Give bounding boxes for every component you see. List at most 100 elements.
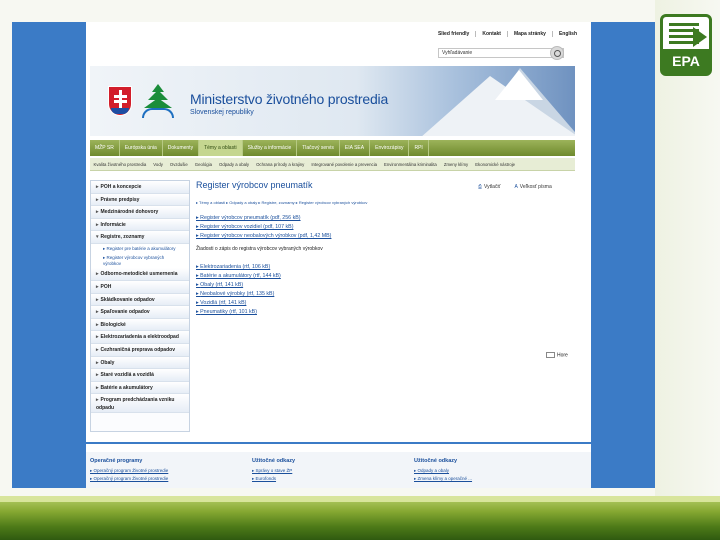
footer-link[interactable]: Odpady a obaly: [414, 467, 574, 475]
caret-right-icon: ▸: [96, 196, 99, 203]
subnav-item[interactable]: Ovzdušie: [166, 158, 191, 170]
sidebar-item[interactable]: ▸ Skládkovanie odpadov: [91, 293, 189, 307]
epa-logo-label: EPA: [663, 49, 709, 73]
nav-item[interactable]: EIA SEA: [340, 140, 371, 156]
font-size-button[interactable]: A Veľkosť písma: [514, 184, 551, 190]
nav-item[interactable]: Európska únia: [120, 140, 163, 156]
sidebar-item[interactable]: ▸ Biologické: [91, 318, 189, 332]
sidebar-item-label: Skládkovanie odpadov: [100, 296, 155, 303]
subnav-item[interactable]: Geológia: [191, 158, 215, 170]
sidebar-item-label: Medzinárodné dohovory: [100, 209, 159, 216]
register-list: Register výrobcov pneumatík (pdf, 256 kB…: [196, 214, 331, 241]
request-link[interactable]: Obaly (rtf, 141 kB): [196, 281, 281, 290]
footer-link[interactable]: Operačný program Životné prostredie: [90, 467, 250, 475]
back-to-top-label: Hore: [557, 352, 568, 359]
sidebar-item-label: Cezhraničná preprava odpadov: [100, 347, 175, 354]
request-link[interactable]: Batérie a akumulátory (rtf, 144 kB): [196, 272, 281, 281]
subnav-item[interactable]: Odpady a obaly: [215, 158, 252, 170]
caret-right-icon: ▸: [96, 321, 99, 328]
sidebar-item[interactable]: ▾ Registre, zoznamy: [91, 231, 189, 244]
request-link[interactable]: Pneumatiky (rtf, 101 kB): [196, 308, 281, 317]
main-content: Register výrobcov pneumatík ⎙ Vytlačiť AV…: [196, 180, 576, 358]
subnav-item[interactable]: Kvalita životného prostredia: [90, 158, 150, 170]
search-input[interactable]: Vyhľadávanie: [438, 48, 564, 58]
footer-link[interactable]: Zmena klímy a operačné ...: [414, 475, 574, 483]
sidebar-subitem[interactable]: ▸ Register výrobcov vybraných výrobkov: [91, 253, 189, 269]
page-tools: ⎙ Vytlačiť A Veľkosť písma: [478, 184, 552, 190]
sub-nav: Kvalita životného prostredia Vody Ovzdušie…: [90, 158, 575, 171]
sidebar-item[interactable]: ▸ POH a koncepcie: [91, 181, 189, 194]
caret-right-icon: ▸: [96, 221, 99, 228]
caret-right-icon: ▸: [96, 296, 99, 303]
footer-heading: Užitočné odkazy: [252, 458, 296, 464]
footer-link[interactable]: Operačný program Životné prostredie: [90, 475, 250, 483]
register-link[interactable]: Register výrobcov neobalových výrobkov (…: [196, 232, 331, 241]
footer-divider: [86, 442, 591, 444]
sidebar-item[interactable]: ▸ Právne predpisy: [91, 193, 189, 207]
register-link[interactable]: Register výrobcov vozidiel (pdf, 107 kB): [196, 223, 331, 232]
sidebar-item-label: Spaľovanie odpadov: [100, 309, 150, 316]
font-size-label: Veľkosť písma: [519, 184, 552, 190]
sidebar-item[interactable]: ▸ Staré vozidlá a vozidlá: [91, 369, 189, 382]
sidebar-item[interactable]: ▸ Spaľovanie odpadov: [91, 306, 189, 319]
nav-item[interactable]: Tlačový servis: [297, 140, 340, 156]
sidebar: ▸ POH a koncepcie ▸ Právne predpisy ▸ Medziná…: [90, 180, 190, 432]
utility-link[interactable]: Kontakt: [475, 31, 507, 37]
sidebar-item[interactable]: ▸ Odborno-metodické usmernenia: [91, 268, 189, 282]
footer-link[interactable]: Eurofonds: [252, 475, 412, 483]
nav-item[interactable]: Dokumenty: [163, 140, 200, 156]
sidebar-subitem[interactable]: ▸ Register pre batérie a akumulátory: [91, 243, 189, 254]
subnav-item[interactable]: Ekonomické nástroje: [472, 158, 519, 170]
subnav-item[interactable]: Vody: [150, 158, 167, 170]
subnav-item[interactable]: Environmentálna kriminalita: [381, 158, 441, 170]
caret-right-icon: ▸: [96, 309, 99, 316]
nav-item[interactable]: Služby a informácie: [243, 140, 298, 156]
request-link[interactable]: Vozidlá (rtf, 141 kB): [196, 299, 281, 308]
print-button[interactable]: ⎙ Vytlačiť: [478, 184, 500, 190]
requests-intro: Žiadosti o zápis do registra výrobcov vy…: [196, 246, 323, 252]
utility-link[interactable]: Slied friendly: [432, 31, 475, 37]
subnav-item[interactable]: Zmeny klímy: [440, 158, 471, 170]
nav-item[interactable]: Envirozápisy: [370, 140, 410, 156]
request-list: Elektrozariadenia (rtf, 106 kB)Batérie a…: [196, 263, 281, 317]
arrow-right-icon: [693, 27, 707, 47]
back-to-top-icon: [546, 352, 555, 358]
sidebar-item[interactable]: ▸ Informácie: [91, 218, 189, 232]
sidebar-item[interactable]: ▸ Elektrozariadenia a elektroodpad: [91, 331, 189, 345]
footer-heading: Operačné programy: [90, 458, 143, 464]
footer-link[interactable]: Správy o stave ŽP: [252, 467, 412, 475]
subnav-item[interactable]: Integrované povolenie a prevencia: [308, 158, 381, 170]
webpage: Slied friendly Kontakt Mapa stránky English…: [86, 22, 591, 488]
sidebar-item-label: Batérie a akumulátory: [100, 384, 153, 391]
caret-down-icon: ▾: [96, 234, 99, 241]
footer-column: Užitočné odkazy Správy o stave ŽPEurofond…: [252, 458, 412, 483]
slide-bottom-stripe: [0, 496, 720, 502]
sidebar-item[interactable]: ▸ Obaly: [91, 356, 189, 370]
sidebar-item[interactable]: ▸ Batérie a akumulátory: [91, 381, 189, 395]
nav-item[interactable]: RPI: [409, 140, 429, 156]
sidebar-item-label: POH: [100, 284, 112, 291]
caret-right-icon: ▸: [96, 384, 99, 391]
ministry-subtitle: Slovenskej republiky: [190, 109, 254, 116]
sidebar-item[interactable]: ▸ Medzinárodné dohovory: [91, 206, 189, 219]
font-size-icon: A: [514, 184, 518, 190]
utility-links: Slied friendly Kontakt Mapa stránky English: [432, 31, 583, 37]
sidebar-item-label: Registre, zoznamy: [100, 234, 145, 241]
sidebar-item-label: Právne predpisy: [100, 196, 140, 203]
subnav-item[interactable]: Ochrana prírody a krajiny: [253, 158, 308, 170]
back-to-top-link[interactable]: Hore: [546, 352, 568, 358]
register-link[interactable]: Register výrobcov pneumatík (pdf, 256 kB…: [196, 214, 331, 223]
request-link[interactable]: Neobalové výrobky (rtf, 135 kB): [196, 290, 281, 299]
breadcrumb[interactable]: ▸ Témy a oblasti ▸ Odpady a obaly ▸ Regi…: [196, 200, 367, 205]
nav-item[interactable]: MŽP SR: [90, 140, 120, 156]
utility-link[interactable]: Mapa stránky: [506, 31, 552, 37]
request-link[interactable]: Elektrozariadenia (rtf, 106 kB): [196, 263, 281, 272]
website-screenshot: Slied friendly Kontakt Mapa stránky English…: [12, 22, 655, 488]
sidebar-item[interactable]: ▸ Program predchádzania vzniku odpadu: [91, 394, 189, 414]
caret-right-icon: ▸: [96, 284, 99, 291]
search-icon[interactable]: [550, 46, 564, 60]
sidebar-item[interactable]: ▸ POH: [91, 281, 189, 294]
utility-link[interactable]: English: [551, 31, 583, 37]
nav-item[interactable]: Témy a oblasti: [199, 140, 243, 156]
sidebar-item[interactable]: ▸ Cezhraničná preprava odpadov: [91, 344, 189, 357]
